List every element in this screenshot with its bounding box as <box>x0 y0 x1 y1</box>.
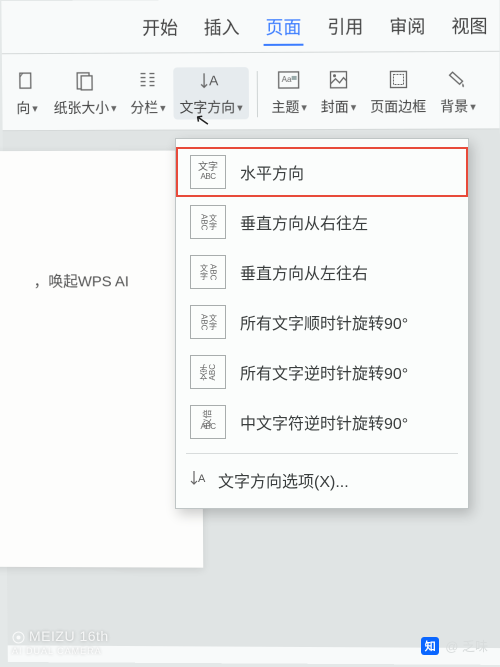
dd-options[interactable]: A 文字方向选项(X)... <box>176 460 468 500</box>
dd-vertical-ltr[interactable]: 文字ABC 垂直方向从左往右 <box>176 247 468 297</box>
svg-text:A: A <box>198 473 206 485</box>
ai-hint-text: ，唤起WPS AI <box>34 273 129 290</box>
tab-page[interactable]: 页面 <box>263 9 303 45</box>
orientation-button-partial[interactable]: 向▾ <box>8 68 46 120</box>
tab-review[interactable]: 审阅 <box>387 9 427 46</box>
dd-rotate-ccw90-icon: 文字ABC <box>190 355 226 389</box>
ribbon-toolbar: 向▾ 纸张大小▾ 分栏▾ A 文字方向▾ Aa 主题▾ <box>2 52 500 131</box>
dd-vertical-rtl[interactable]: ABC文字 垂直方向从右往左 <box>176 197 468 247</box>
text-direction-button[interactable]: A 文字方向▾ <box>173 67 248 119</box>
dropdown-separator <box>186 453 458 454</box>
theme-label: 主题 <box>271 97 299 117</box>
background-button[interactable]: 背景▾ <box>434 66 482 119</box>
text-direction-small-icon: A <box>190 469 208 492</box>
zhihu-logo-icon: 知 <box>421 637 439 655</box>
svg-text:Aa: Aa <box>282 75 292 84</box>
dd-vertical-ltr-icon: 文字ABC <box>190 255 226 289</box>
toolbar-divider <box>256 71 257 117</box>
dd-rotate-cw90-label: 所有文字顺时针旋转90° <box>240 310 408 334</box>
columns-icon <box>135 70 161 92</box>
dd-vertical-ltr-label: 垂直方向从左往右 <box>240 260 368 284</box>
dd-horizontal[interactable]: 文字 ABC 水平方向 <box>176 147 468 197</box>
dd-rotate-cw90[interactable]: ABC文字 所有文字顺时针旋转90° <box>176 297 468 347</box>
columns-label: 分栏 <box>130 98 158 118</box>
chevron-down-icon: ▾ <box>301 100 307 113</box>
theme-icon: Aa <box>276 69 302 91</box>
cover-button[interactable]: 封面▾ <box>315 67 363 119</box>
chevron-down-icon: ▾ <box>32 102 38 115</box>
chevron-down-icon: ▾ <box>160 101 166 114</box>
dd-rotate-cw90-icon: ABC文字 <box>190 305 226 339</box>
chevron-down-icon: ▾ <box>237 101 243 114</box>
chevron-down-icon: ▾ <box>111 101 117 114</box>
cover-label: 封面 <box>321 97 349 117</box>
dd-vertical-rtl-label: 垂直方向从右往左 <box>240 210 368 234</box>
camera-watermark: MEIZU 16th AI DUAL CAMERA <box>12 628 109 657</box>
page-border-button[interactable]: 页面边框 <box>364 66 432 119</box>
paper-size-icon <box>72 70 98 92</box>
document-page[interactable]: ，唤起WPS AI <box>0 150 203 567</box>
columns-button[interactable]: 分栏▾ <box>124 67 171 119</box>
page-border-icon <box>385 68 411 90</box>
dd-chinese-ccw90-label: 中文字符逆时针旋转90° <box>240 410 408 434</box>
theme-button[interactable]: Aa 主题▾ <box>265 67 313 119</box>
zhihu-author: @ 乏味 <box>445 636 488 655</box>
chevron-down-icon: ▾ <box>470 100 476 113</box>
chevron-down-icon: ▾ <box>351 100 357 113</box>
dd-chinese-ccw90[interactable]: 仪倍 ABC 中文字符逆时针旋转90° <box>176 397 468 447</box>
svg-text:A: A <box>209 72 219 88</box>
tab-view[interactable]: 视图 <box>449 8 489 45</box>
dd-rotate-ccw90-label: 所有文字逆时针旋转90° <box>240 360 408 384</box>
zhihu-watermark: 知 @ 乏味 <box>421 636 488 655</box>
orientation-label: 向 <box>16 98 30 118</box>
tab-reference[interactable]: 引用 <box>325 9 365 45</box>
text-direction-dropdown: 文字 ABC 水平方向 ABC文字 垂直方向从右往左 文字ABC 垂直方向从左往… <box>175 138 469 509</box>
dd-vertical-rtl-icon: ABC文字 <box>190 205 226 239</box>
background-icon <box>445 68 471 90</box>
dd-chinese-ccw90-icon: 仪倍 ABC <box>190 405 226 439</box>
background-label: 背景 <box>440 96 468 116</box>
tab-start[interactable]: 开始 <box>140 10 180 46</box>
dd-horizontal-label: 水平方向 <box>240 160 304 184</box>
text-direction-icon: A <box>198 69 224 91</box>
cover-icon <box>325 69 351 91</box>
dd-rotate-ccw90[interactable]: 文字ABC 所有文字逆时针旋转90° <box>176 347 468 397</box>
paper-size-button[interactable]: 纸张大小▾ <box>47 68 122 120</box>
tab-insert[interactable]: 插入 <box>202 10 242 46</box>
ribbon-tabs: 开始 插入 页面 引用 审阅 视图 <box>1 0 499 54</box>
paper-size-label: 纸张大小 <box>54 98 110 118</box>
dd-options-label: 文字方向选项(X)... <box>218 468 349 492</box>
dd-horizontal-icon: 文字 ABC <box>190 155 226 189</box>
page-border-label: 页面边框 <box>370 96 426 116</box>
camera-logo-icon <box>12 631 25 644</box>
orientation-icon <box>14 70 40 92</box>
